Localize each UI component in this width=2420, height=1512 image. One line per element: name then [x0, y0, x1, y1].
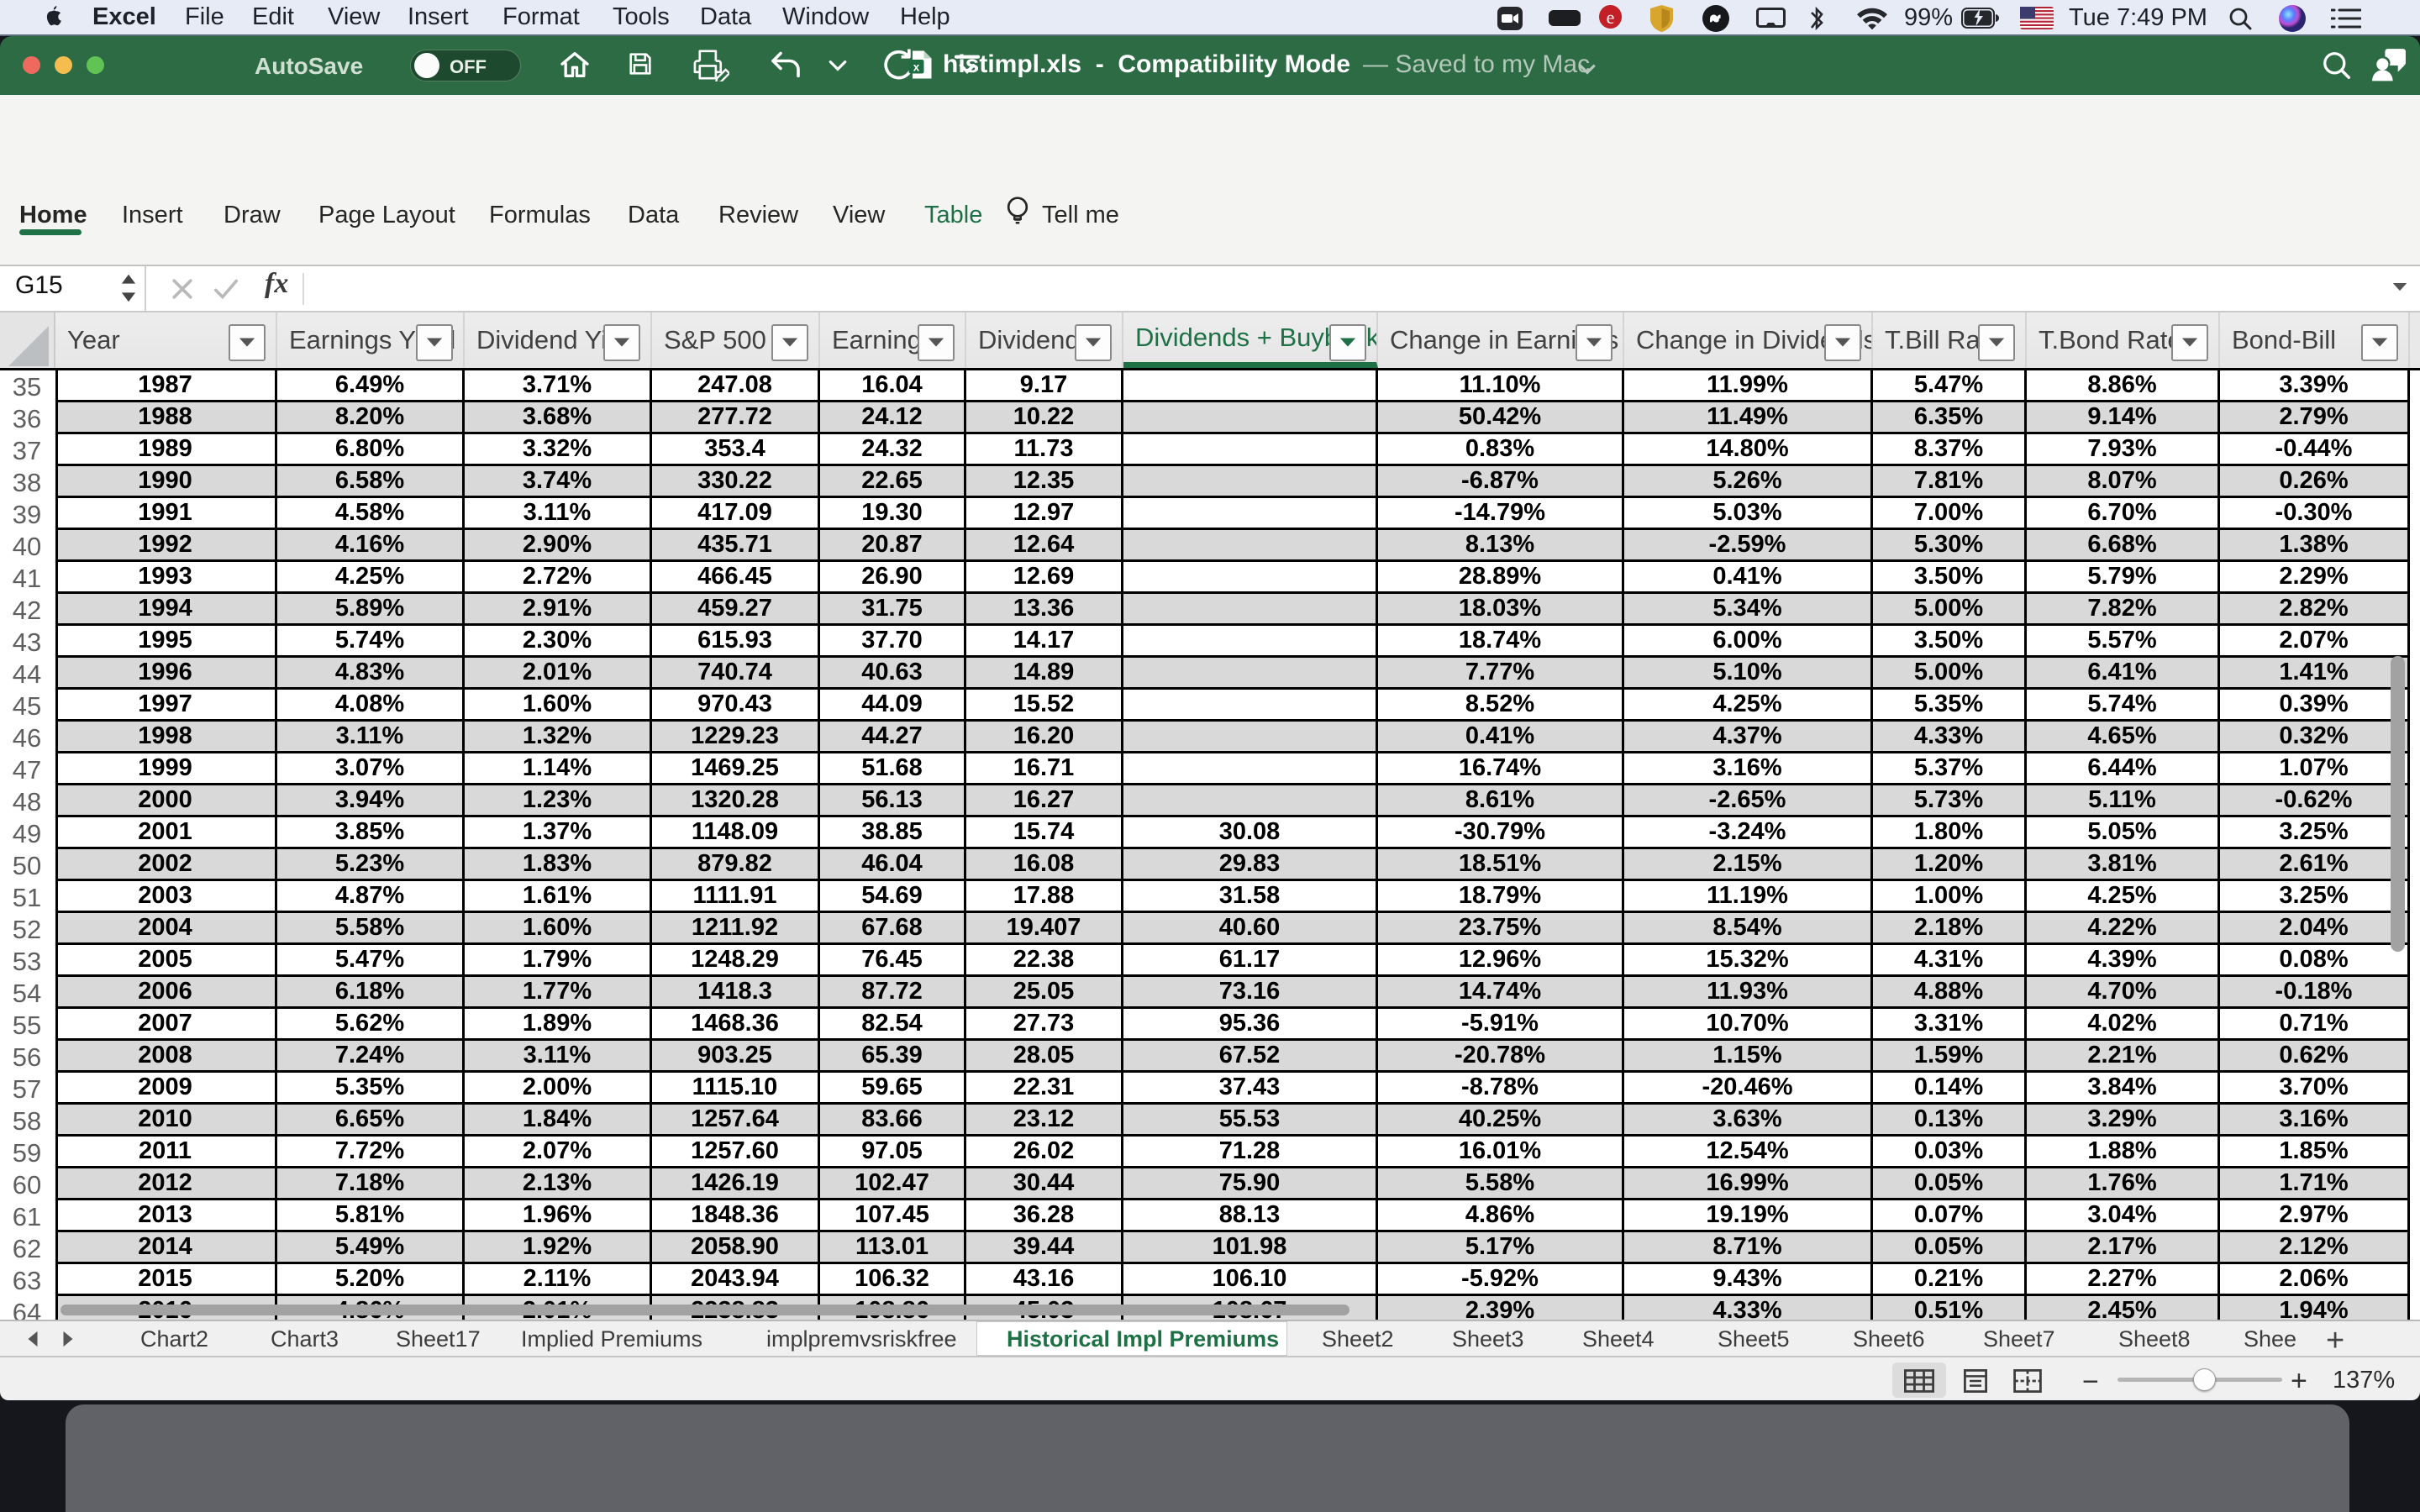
svg-text:e: e: [1607, 7, 1615, 28]
svg-text:x: x: [913, 61, 920, 74]
